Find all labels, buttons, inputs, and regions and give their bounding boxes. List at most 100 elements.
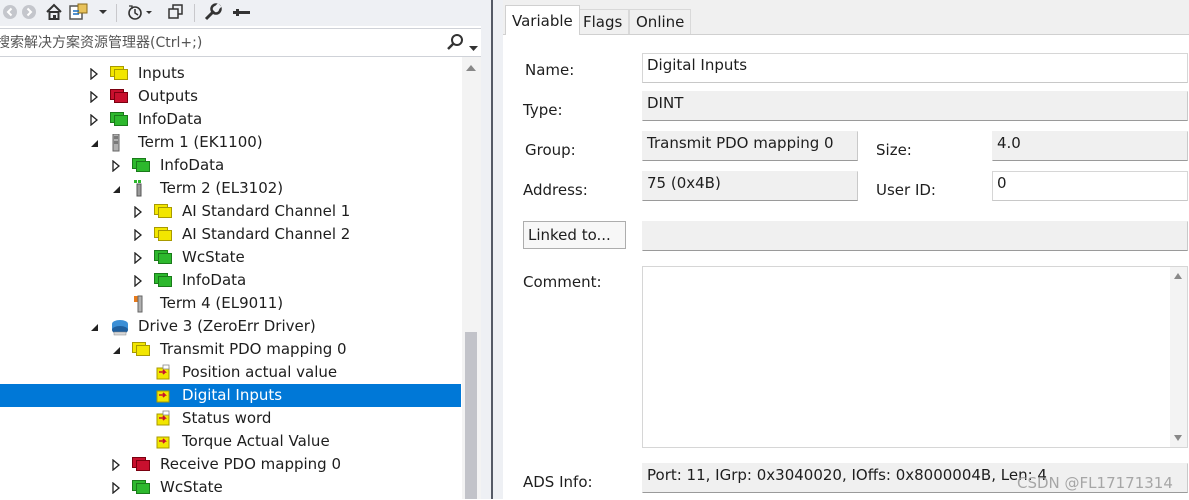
- tree-item[interactable]: Outputs: [0, 85, 461, 108]
- tree-item[interactable]: InfoData: [0, 154, 461, 177]
- tree-item[interactable]: Term 4 (EL9011): [0, 292, 461, 315]
- expanded-arrow-icon[interactable]: [88, 131, 100, 154]
- back-icon[interactable]: [2, 2, 18, 22]
- name-field[interactable]: Digital Inputs: [642, 53, 1188, 83]
- tree-item-label: Outputs: [138, 87, 198, 105]
- variable-input-linked-icon: [154, 433, 172, 449]
- tree-item-label: AI Standard Channel 2: [182, 225, 351, 243]
- tree-item[interactable]: InfoData: [0, 108, 461, 131]
- tree-item-label: AI Standard Channel 1: [182, 202, 351, 220]
- collapsed-arrow-icon[interactable]: [132, 200, 144, 223]
- linked-to-field: [642, 221, 1188, 251]
- outputs-folder-icon: [110, 88, 128, 104]
- tree-item-label: WcState: [182, 248, 245, 266]
- group-field: Transmit PDO mapping 0: [642, 131, 858, 161]
- inputs-folder-icon: [110, 65, 128, 81]
- tree-item-label: Term 4 (EL9011): [160, 294, 284, 312]
- forward-icon[interactable]: [21, 2, 37, 22]
- search-icon[interactable]: [446, 33, 466, 55]
- tab-strip: Variable Flags Online: [503, 0, 1189, 35]
- expanded-arrow-icon[interactable]: [110, 177, 122, 200]
- pane-splitter[interactable]: [481, 0, 503, 499]
- tree-item[interactable]: InfoData: [0, 269, 461, 292]
- tree-item-label: Drive 3 (ZeroErr Driver): [138, 317, 316, 335]
- expanded-arrow-icon[interactable]: [110, 338, 122, 361]
- tree-item[interactable]: Status word: [0, 407, 461, 430]
- variable-tab-content: Name: Digital Inputs Type: DINT Group: T…: [503, 34, 1189, 500]
- collapse-all-icon[interactable]: [166, 2, 186, 22]
- pending-changes-icon[interactable]: [124, 2, 154, 22]
- search-input[interactable]: [0, 29, 436, 56]
- collapsed-arrow-icon[interactable]: [132, 246, 144, 269]
- collapsed-arrow-icon[interactable]: [88, 85, 100, 108]
- user-id-field[interactable]: 0: [992, 171, 1188, 201]
- tree-item-label: Status word: [182, 409, 272, 427]
- size-field: 4.0: [992, 131, 1188, 161]
- tree-item[interactable]: Drive 3 (ZeroErr Driver): [0, 315, 461, 338]
- tree-item-label: InfoData: [138, 110, 203, 128]
- tree-item[interactable]: Transmit PDO mapping 0: [0, 338, 461, 361]
- collapsed-arrow-icon[interactable]: [132, 269, 144, 292]
- type-label: Type:: [523, 101, 563, 119]
- collapsed-arrow-icon[interactable]: [110, 154, 122, 177]
- drive-icon: [110, 318, 128, 336]
- variable-input-icon: [154, 364, 172, 380]
- search-options-dropdown-icon[interactable]: [469, 40, 478, 56]
- comment-scrollbar[interactable]: [1170, 267, 1187, 447]
- splitter-line: [491, 0, 493, 499]
- collapsed-arrow-icon[interactable]: [88, 108, 100, 131]
- tree-item-label: Inputs: [138, 64, 185, 82]
- ads-info-label: ADS Info:: [523, 473, 593, 491]
- collapsed-arrow-icon[interactable]: [110, 453, 122, 476]
- scroll-down-arrow-icon[interactable]: [1174, 435, 1182, 441]
- wrench-properties-icon[interactable]: [202, 2, 224, 22]
- tab-flags[interactable]: Flags: [576, 9, 630, 34]
- collapsed-arrow-icon[interactable]: [110, 476, 122, 499]
- scroll-up-arrow-icon[interactable]: [466, 65, 476, 71]
- scroll-up-arrow-icon[interactable]: [1174, 273, 1182, 279]
- solution-tree: Inputs Outputs InfoData Term 1 (EK1100) Info…: [0, 61, 462, 499]
- linked-to-button[interactable]: Linked to...: [523, 221, 626, 249]
- sync-view-icon[interactable]: [68, 2, 90, 22]
- expanded-arrow-icon[interactable]: [88, 315, 100, 338]
- channel-folder-icon: [154, 203, 172, 219]
- tree-item-label: InfoData: [182, 271, 247, 289]
- comment-label: Comment:: [523, 273, 602, 291]
- tree-item[interactable]: WcState: [0, 246, 461, 269]
- tree-item[interactable]: Receive PDO mapping 0: [0, 453, 461, 476]
- comment-textarea[interactable]: [642, 266, 1188, 448]
- tree-item[interactable]: Torque Actual Value: [0, 430, 461, 453]
- tree-item[interactable]: Inputs: [0, 62, 461, 85]
- terminal-coupler-icon: [110, 133, 128, 152]
- tree-item[interactable]: AI Standard Channel 1: [0, 200, 461, 223]
- tree-item[interactable]: WcState: [0, 476, 461, 499]
- tab-online[interactable]: Online: [629, 9, 692, 34]
- group-label: Group:: [525, 141, 576, 159]
- tree-item[interactable]: AI Standard Channel 2: [0, 223, 461, 246]
- tab-variable[interactable]: Variable: [505, 5, 580, 35]
- infodata-folder-icon: [132, 157, 150, 173]
- infodata-folder-icon: [110, 111, 128, 127]
- channel-folder-icon: [154, 226, 172, 242]
- home-icon[interactable]: [44, 2, 64, 22]
- tree-item[interactable]: Digital Inputs: [0, 384, 461, 407]
- toolbar-separator: [116, 4, 117, 22]
- tree-item-label: Receive PDO mapping 0: [160, 455, 342, 473]
- search-bar: [0, 28, 481, 57]
- tree-scrollbar[interactable]: [462, 57, 481, 499]
- preview-pin-icon[interactable]: [230, 2, 252, 22]
- collapsed-arrow-icon[interactable]: [132, 223, 144, 246]
- variable-input-linked-icon: [154, 387, 172, 403]
- tree-item-label: Torque Actual Value: [182, 432, 330, 450]
- tree-item[interactable]: Term 2 (EL3102): [0, 177, 461, 200]
- tree-item-label: Term 1 (EK1100): [138, 133, 263, 151]
- collapsed-arrow-icon[interactable]: [88, 62, 100, 85]
- scrollbar-thumb[interactable]: [465, 332, 477, 499]
- view-dropdown-icon[interactable]: [98, 2, 108, 22]
- type-field: DINT: [642, 91, 1188, 121]
- tree-item[interactable]: Term 1 (EK1100): [0, 131, 461, 154]
- toolbar-separator: [194, 4, 195, 22]
- tree-item[interactable]: Position actual value: [0, 361, 461, 384]
- tree-item-label: Transmit PDO mapping 0: [160, 340, 347, 358]
- explorer-toolbar: [0, 0, 481, 26]
